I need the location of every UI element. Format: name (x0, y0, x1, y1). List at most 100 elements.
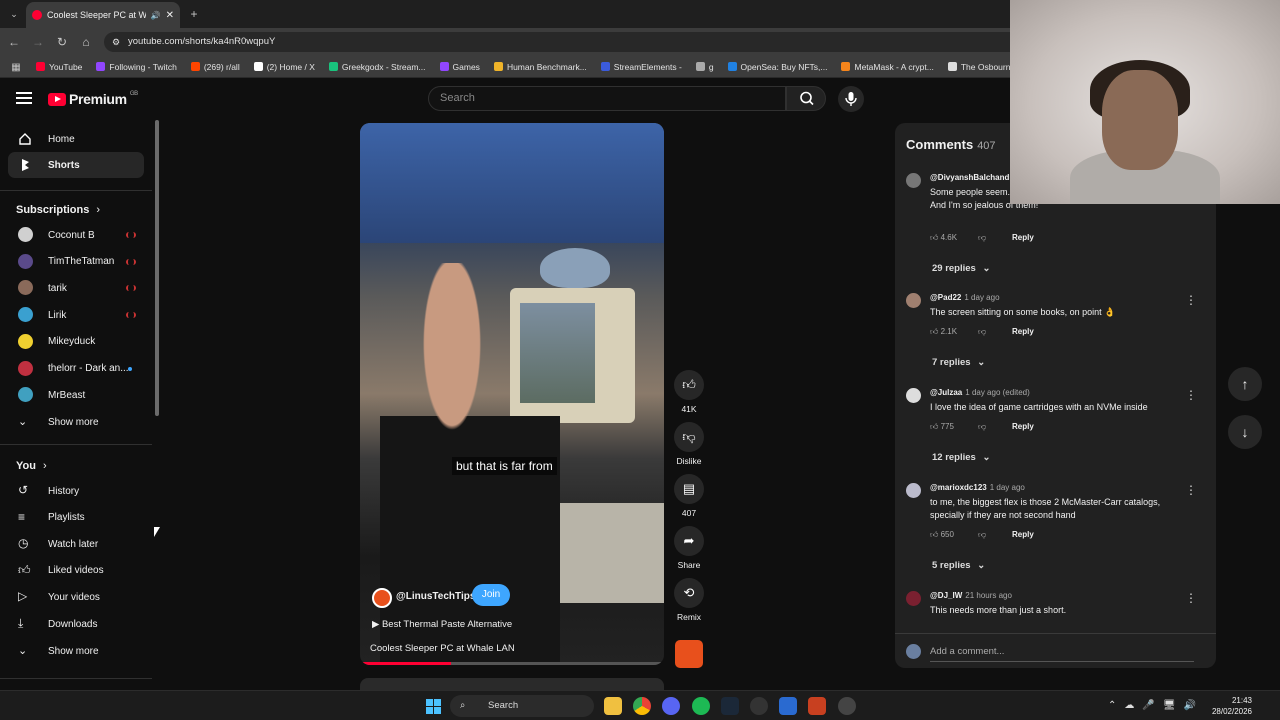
comment-like-button[interactable]: 👍︎ 2.1K (930, 327, 957, 337)
home-icon[interactable]: ⌂ (78, 34, 94, 50)
menu-icon[interactable] (16, 92, 32, 104)
sidebar-item-watch-later[interactable]: ◷ Watch later (8, 531, 144, 557)
search-button[interactable] (786, 86, 826, 111)
share-action[interactable]: ➦ Share (674, 526, 704, 570)
sidebar-item-your-videos[interactable]: ▷ Your videos (8, 584, 144, 610)
video-progress-bar[interactable] (360, 662, 664, 665)
channel-avatar[interactable] (372, 588, 392, 608)
bookmark-item[interactable]: Human Benchmark... (493, 62, 587, 72)
youtube-premium-logo[interactable]: Premium GB (48, 91, 138, 107)
reply-button[interactable]: Reply (1012, 530, 1034, 539)
more-options-icon[interactable]: ⋮ (1185, 293, 1197, 307)
view-replies-button[interactable]: 29 replies ⌄ (932, 263, 990, 274)
bookmark-item[interactable]: Following - Twitch (96, 62, 177, 72)
sound-thumbnail[interactable] (675, 640, 703, 668)
bookmark-item[interactable]: Games (439, 62, 480, 72)
sidebar-scrollbar[interactable] (155, 120, 159, 416)
sidebar-item-downloads[interactable]: ⤓ Downloads (8, 611, 144, 637)
comment-author[interactable]: @DivyanshBalchand (930, 173, 1012, 182)
commenter-avatar[interactable] (906, 173, 921, 188)
bookmark-item[interactable]: g (695, 62, 714, 72)
reload-icon[interactable]: ↻ (54, 34, 70, 50)
you-heading[interactable]: You › (16, 460, 47, 472)
sidebar-item-home[interactable]: Home (8, 126, 144, 152)
subscription-item[interactable]: Lirik (8, 302, 144, 328)
reply-button[interactable]: Reply (1012, 327, 1034, 336)
sidebar-item-playlists[interactable]: ≡ Playlists (8, 505, 144, 531)
bookmark-item[interactable]: YouTube (36, 62, 82, 72)
like-button[interactable]: 👍︎ (674, 370, 704, 400)
app-icon[interactable] (838, 697, 856, 715)
subscription-item[interactable]: thelorr - Dark an... (8, 356, 144, 382)
apps-grid-icon[interactable]: ▦ (8, 60, 24, 76)
channel-name[interactable]: @LinusTechTips (396, 591, 475, 602)
spotify-icon[interactable] (692, 697, 710, 715)
comment-dislike-icon[interactable]: 👎︎ (978, 530, 986, 540)
view-replies-button[interactable]: 7 replies ⌄ (932, 357, 985, 368)
bookmark-item[interactable]: (269) r/all (190, 62, 240, 72)
more-options-icon[interactable]: ⋮ (1185, 591, 1197, 605)
more-options-icon[interactable]: ⋮ (1185, 388, 1197, 402)
subscription-item[interactable]: tarik (8, 275, 144, 301)
commenter-avatar[interactable] (906, 293, 921, 308)
system-tray-icons[interactable]: ⌃☁🎤🖥🔊 (1108, 700, 1204, 711)
remix-button[interactable]: ⟲ (674, 578, 704, 608)
subscription-item[interactable]: Coconut B (8, 222, 144, 248)
browser-tab[interactable]: Coolest Sleeper PC at Whale 🔊 ✕ (26, 2, 180, 28)
dislike-button[interactable]: 👎︎ (674, 422, 704, 452)
previous-short-button[interactable]: ↑ (1228, 367, 1262, 401)
bookmark-item[interactable]: (2) Home / X (253, 62, 315, 72)
subscriptions-heading[interactable]: Subscriptions › (16, 204, 100, 216)
site-info-icon[interactable]: ⚙ (112, 32, 120, 52)
commenter-avatar[interactable] (906, 591, 921, 606)
comment-author[interactable]: @Pad22 1 day ago (930, 293, 1000, 302)
comments-button[interactable]: ▤ (674, 474, 704, 504)
steam-icon[interactable] (721, 697, 739, 715)
next-short-button[interactable]: ↓ (1228, 415, 1262, 449)
tab-list-icon[interactable]: ⌄ (6, 6, 22, 22)
commenter-avatar[interactable] (906, 388, 921, 403)
like-action[interactable]: 👍︎ 41K (674, 370, 704, 414)
forward-icon[interactable]: → (30, 34, 46, 50)
reply-button[interactable]: Reply (1012, 233, 1034, 242)
view-replies-button[interactable]: 12 replies ⌄ (932, 452, 990, 463)
search-input[interactable]: Search (428, 86, 786, 111)
show-more-subscriptions[interactable]: ⌄ Show more (8, 409, 144, 435)
dislike-action[interactable]: 👎︎ Dislike (674, 422, 704, 466)
comment-dislike-icon[interactable]: 👎︎ (978, 233, 986, 243)
url-field[interactable]: ⚙ youtube.com/shorts/ka4nR0wqpuY (104, 32, 1024, 52)
comment-author[interactable]: @Julzaa 1 day ago (edited) (930, 388, 1030, 397)
bookmark-item[interactable]: StreamElements - (600, 62, 682, 72)
sidebar-item-history[interactable]: ↺ History (8, 478, 144, 504)
comment-author[interactable]: @DJ_IW 21 hours ago (930, 591, 1012, 600)
sidebar-item-liked-videos[interactable]: 👍︎ Liked videos (8, 558, 144, 584)
comment-dislike-icon[interactable]: 👎︎ (978, 327, 986, 337)
comments-action[interactable]: ▤ 407 (674, 474, 704, 518)
comment-like-button[interactable]: 👍︎ 650 (930, 530, 954, 540)
clock[interactable]: 21:43 28/02/2026 (1210, 695, 1252, 717)
file-explorer-icon[interactable] (604, 697, 622, 715)
show-more-you[interactable]: ⌄ Show more (8, 638, 144, 664)
view-replies-button[interactable]: 5 replies ⌄ (932, 560, 985, 571)
comment-dislike-icon[interactable]: 👎︎ (978, 422, 986, 432)
commenter-avatar[interactable] (906, 483, 921, 498)
taskbar-search[interactable]: ⌕ Search (450, 695, 594, 717)
more-options-icon[interactable]: ⋮ (1185, 483, 1197, 497)
voice-search-button[interactable] (838, 86, 864, 112)
discord-icon[interactable] (662, 697, 680, 715)
subscription-item[interactable]: TimTheTatman (8, 249, 144, 275)
shorts-video-player[interactable]: but that is far from @LinusTechTips Join… (360, 123, 664, 665)
app-icon[interactable] (750, 697, 768, 715)
join-button[interactable]: Join (472, 584, 510, 606)
windows-start-icon[interactable] (426, 699, 441, 714)
bookmark-item[interactable]: MetaMask - A crypt... (841, 62, 934, 72)
comment-like-button[interactable]: 👍︎ 775 (930, 422, 954, 432)
speaker-icon[interactable]: 🔊 (151, 11, 161, 20)
next-video-preview[interactable] (360, 678, 664, 690)
related-video-link[interactable]: ▶ Best Thermal Paste Alternative (372, 619, 512, 630)
subscription-item[interactable]: MrBeast (8, 382, 144, 408)
subscription-item[interactable]: Mikeyduck (8, 329, 144, 355)
app-icon[interactable] (779, 697, 797, 715)
tab-close-icon[interactable]: ✕ (166, 10, 174, 21)
remix-action[interactable]: ⟲ Remix (674, 578, 704, 622)
